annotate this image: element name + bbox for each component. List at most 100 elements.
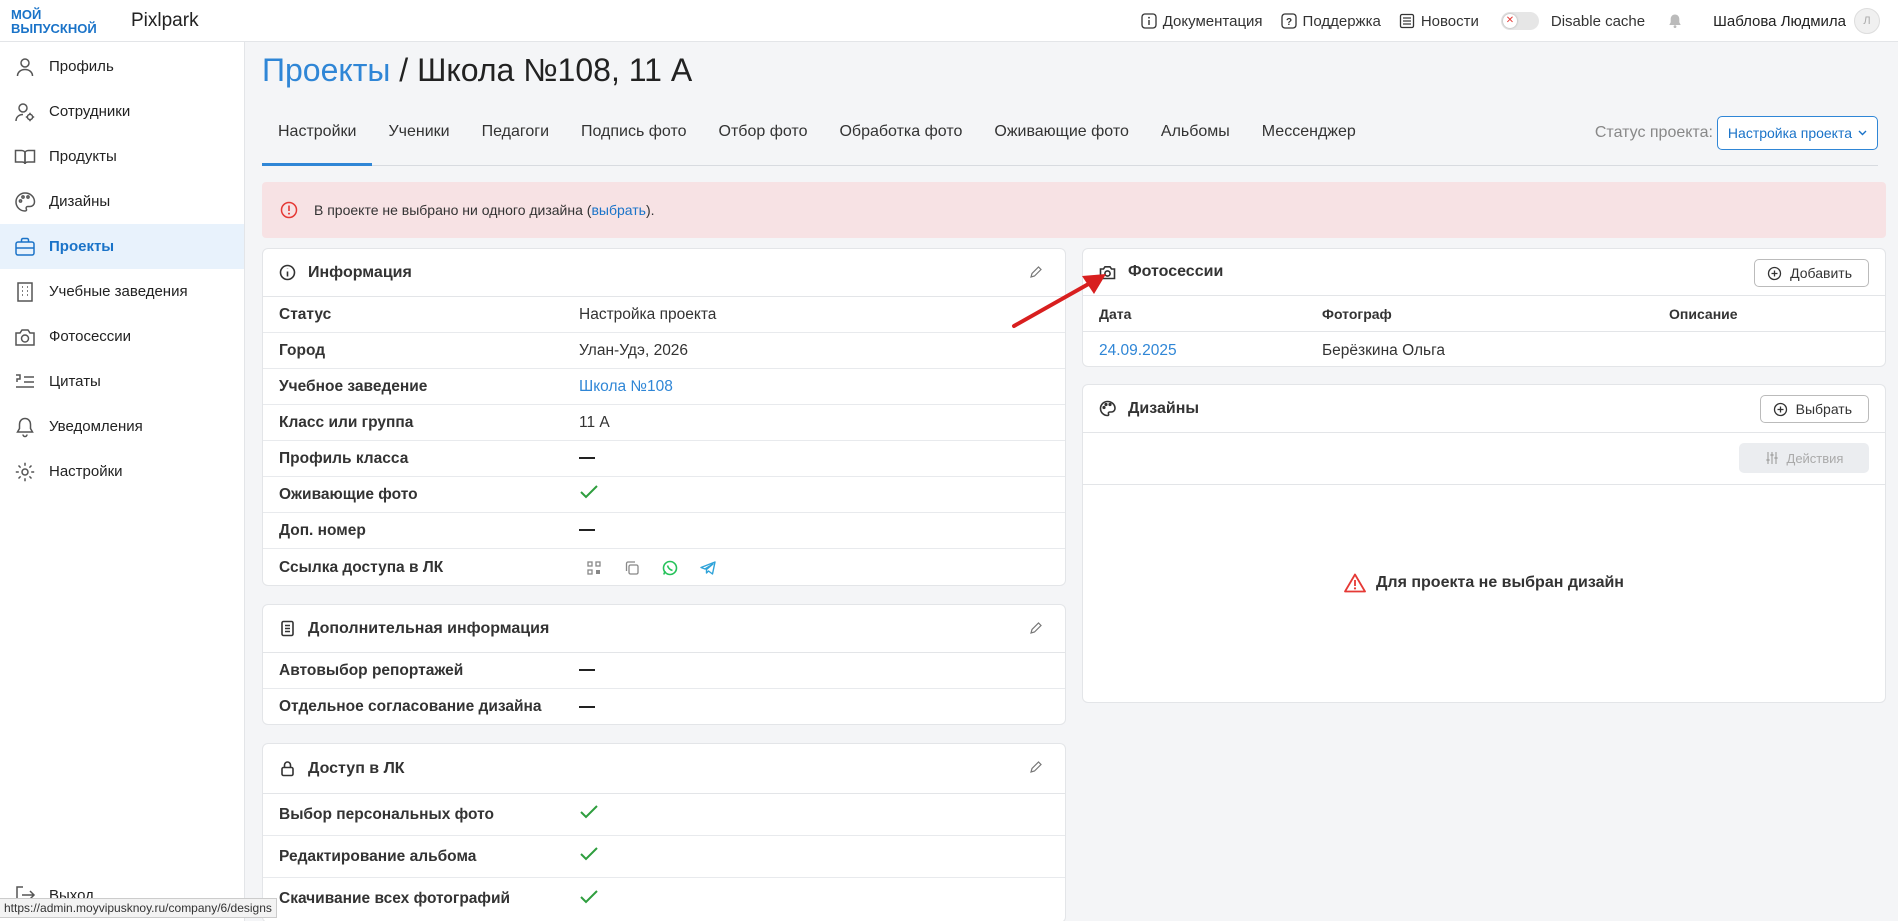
photosessions-card-title: Фотосессии xyxy=(1128,263,1224,280)
docs-link[interactable]: Документация xyxy=(1141,13,1263,30)
sidebar-item-label: Фотосессии xyxy=(49,328,132,345)
qr-code-icon[interactable] xyxy=(585,559,603,577)
tab-photo-captions[interactable]: Подпись фото xyxy=(565,112,703,166)
sidebar-item-staff[interactable]: Сотрудники xyxy=(0,89,244,134)
tab-teachers[interactable]: Педагоги xyxy=(466,112,565,166)
extra-row-design-approval: Отдельное согласование дизайна xyxy=(263,689,1065,725)
row-value: Улан-Удэ, 2026 xyxy=(579,341,689,359)
row-key: Город xyxy=(279,341,326,359)
designs-card-header: Дизайны Выбрать xyxy=(1083,385,1885,433)
sidebar-item-label: Цитаты xyxy=(49,373,101,390)
sidebar-item-photosessions[interactable]: Фотосессии xyxy=(0,314,244,359)
sidebar-item-projects[interactable]: Проекты xyxy=(0,224,244,269)
check-icon xyxy=(580,805,598,819)
sidebar-item-products[interactable]: Продукты xyxy=(0,134,244,179)
row-key: Автовыбор репортажей xyxy=(279,661,464,679)
no-design-alert: В проекте не выбрано ни одного дизайна (… xyxy=(262,182,1886,238)
tab-photo-selection[interactable]: Отбор фото xyxy=(703,112,824,166)
status-bar-url: https://admin.moyvipusknoy.ru/company/6/… xyxy=(0,898,277,918)
column-date: Дата xyxy=(1099,305,1132,322)
user-name[interactable]: Шаблова Людмила xyxy=(1713,13,1846,30)
tab-living-photos[interactable]: Оживающие фото xyxy=(978,112,1145,166)
photosessions-card: Фотосессии Добавить Дата Фотограф Описан… xyxy=(1082,248,1886,367)
sidebar-item-settings[interactable]: Настройки xyxy=(0,449,244,494)
copy-icon[interactable] xyxy=(623,559,641,577)
sidebar-item-label: Сотрудники xyxy=(49,103,131,120)
row-key: Скачивание всех фотографий xyxy=(279,890,511,907)
info-card-title: Информация xyxy=(308,263,412,281)
moy-vypusknoy-logo[interactable]: МОЙ ВЫПУСКНОЙ xyxy=(10,6,112,36)
photosession-date-link[interactable]: 24.09.2025 xyxy=(1083,342,1322,360)
alert-text-after: ). xyxy=(645,202,655,218)
breadcrumb-projects-link[interactable]: Проекты xyxy=(262,52,390,88)
sidebar-item-profile[interactable]: Профиль xyxy=(0,44,244,89)
row-value xyxy=(579,450,595,468)
support-label: Поддержка xyxy=(1302,12,1381,30)
whatsapp-icon[interactable] xyxy=(661,559,679,577)
document-icon xyxy=(281,620,294,637)
project-status-dropdown[interactable]: Настройка проекта xyxy=(1716,116,1878,150)
lock-icon xyxy=(281,761,294,777)
row-key: Профиль класса xyxy=(279,449,409,467)
alert-choose-link[interactable]: выбрать xyxy=(591,202,646,218)
tab-settings[interactable]: Настройки xyxy=(262,112,373,166)
svg-text:?: ? xyxy=(1285,17,1291,28)
info-circle-icon xyxy=(279,264,296,281)
sidebar-item-quotes[interactable]: Цитаты xyxy=(0,359,244,404)
choose-design-button[interactable]: Выбрать xyxy=(1759,395,1869,423)
avatar[interactable]: Л xyxy=(1854,8,1880,34)
tab-students[interactable]: Ученики xyxy=(372,112,465,166)
info-row-access-link: Ссылка доступа в ЛК xyxy=(263,549,1065,587)
error-circle-icon xyxy=(280,201,298,219)
row-key: Редактирование альбома xyxy=(279,847,477,865)
breadcrumb-separator: / xyxy=(390,52,418,88)
sidebar-item-label: Продукты xyxy=(49,148,117,165)
telegram-icon[interactable] xyxy=(699,559,717,577)
dash-icon xyxy=(579,457,595,460)
choose-design-label: Выбрать xyxy=(1795,401,1852,417)
bell-icon[interactable] xyxy=(1667,13,1683,29)
row-value xyxy=(579,698,595,716)
pencil-icon[interactable] xyxy=(1029,760,1043,774)
extra-info-card-title: Дополнительная информация xyxy=(308,619,550,637)
tab-photo-processing[interactable]: Обработка фото xyxy=(823,112,978,166)
extra-info-card-header: Дополнительная информация xyxy=(263,605,1065,653)
disable-cache-toggle[interactable]: ✕ xyxy=(1500,12,1539,30)
row-key: Класс или группа xyxy=(279,413,414,431)
gear-icon xyxy=(15,462,35,481)
info-row-class-profile: Профиль класса xyxy=(263,441,1065,477)
chevron-down-icon xyxy=(1858,130,1867,136)
sidebar-item-label: Учебные заведения xyxy=(49,283,188,300)
sidebar-item-schools[interactable]: Учебные заведения xyxy=(0,269,244,314)
news-link[interactable]: Новости xyxy=(1399,13,1479,30)
sidebar-item-label: Профиль xyxy=(49,58,114,75)
project-status-value: Настройка проекта xyxy=(1727,125,1852,141)
tab-messenger[interactable]: Мессенджер xyxy=(1246,112,1372,166)
row-key: Ссылка доступа в ЛК xyxy=(279,559,444,576)
dash-icon xyxy=(579,669,595,672)
disable-cache-label: Disable cache xyxy=(1550,12,1646,30)
extra-info-card: Дополнительная информация Автовыбор репо… xyxy=(262,604,1066,725)
row-value xyxy=(579,846,599,867)
pencil-icon[interactable] xyxy=(1029,621,1043,635)
row-key: Выбор персональных фото xyxy=(279,805,494,823)
design-actions-button[interactable]: Действия xyxy=(1739,443,1869,473)
sidebar-item-notifications[interactable]: Уведомления xyxy=(0,404,244,449)
designs-card-title: Дизайны xyxy=(1128,399,1200,417)
add-photosession-button[interactable]: Добавить xyxy=(1754,259,1869,287)
top-bar: МОЙ ВЫПУСКНОЙ Pixlpark Документация ? По… xyxy=(0,0,1898,42)
access-link-actions xyxy=(579,559,717,577)
page-title: Школа №108, 11 А xyxy=(417,52,693,88)
photosessions-card-header: Фотосессии Добавить xyxy=(1083,249,1885,296)
support-link[interactable]: ? Поддержка xyxy=(1280,12,1381,30)
palette-icon xyxy=(1099,400,1116,417)
row-value xyxy=(579,484,599,505)
plus-circle-icon xyxy=(1767,266,1782,280)
brand-name[interactable]: Pixlpark xyxy=(131,10,199,32)
svg-text:ВЫПУСКНОЙ: ВЫПУСКНОЙ xyxy=(11,21,97,36)
dash-icon xyxy=(579,705,595,708)
row-value xyxy=(579,889,599,910)
school-link[interactable]: Школа №108 xyxy=(579,378,673,396)
sidebar-item-designs[interactable]: Дизайны xyxy=(0,179,244,224)
tab-albums[interactable]: Альбомы xyxy=(1145,112,1246,166)
